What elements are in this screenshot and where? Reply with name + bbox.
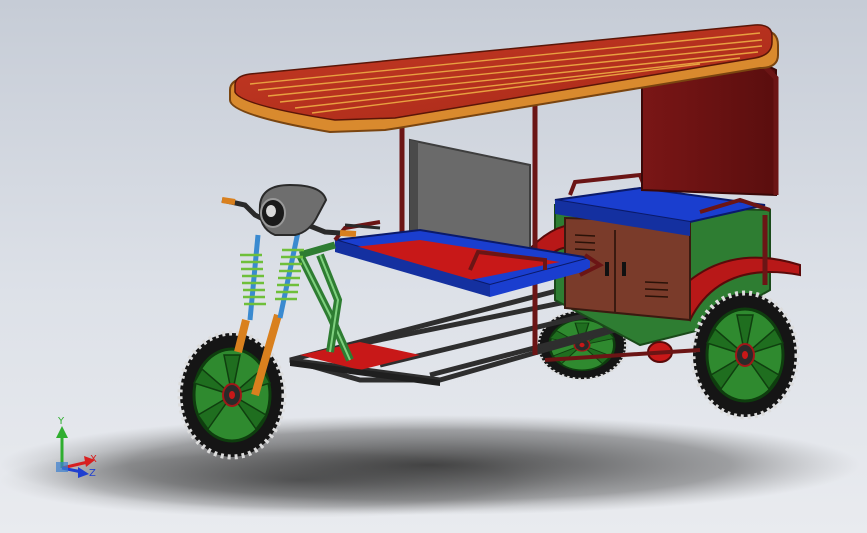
- rickshaw-3d-model[interactable]: Y X Z: [0, 0, 867, 533]
- triad-origin: [56, 462, 68, 472]
- front-frame: [296, 241, 354, 362]
- z-axis-label: Z: [89, 468, 96, 479]
- y-axis-label: Y: [57, 416, 65, 427]
- x-axis-label: X: [90, 454, 97, 465]
- y-axis-arrow: [56, 426, 68, 438]
- rear-right-wheel: [693, 293, 797, 417]
- cad-viewport[interactable]: Y X Z: [0, 0, 867, 533]
- backrest-edge: [410, 140, 418, 237]
